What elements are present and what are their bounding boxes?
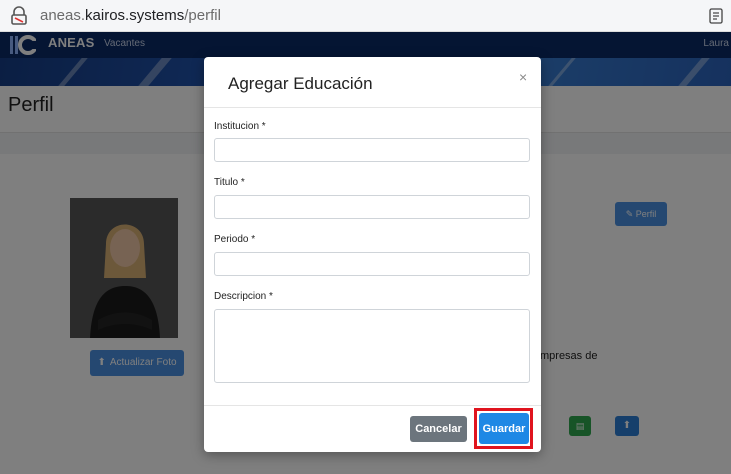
url-path: /perfil	[184, 7, 221, 24]
browser-url-bar[interactable]: aneas.kairos.systems/perfil	[0, 0, 731, 32]
titulo-input[interactable]	[214, 195, 530, 219]
modal-title: Agregar Educación	[228, 74, 373, 93]
cancel-button[interactable]: Cancelar	[410, 416, 467, 442]
screen: aneas.kairos.systems/perfil ANEAS Vacant…	[0, 0, 731, 474]
reader-mode-icon[interactable]	[708, 8, 724, 24]
periodo-label: Periodo *	[214, 234, 256, 245]
url-prefix: aneas.	[40, 7, 86, 24]
add-education-modal: Agregar Educación × Institucion * Titulo…	[204, 57, 541, 452]
lock-icon[interactable]	[9, 6, 29, 26]
descripcion-label: Descripcion *	[214, 291, 273, 302]
periodo-input[interactable]	[214, 252, 530, 276]
descripcion-textarea[interactable]	[214, 309, 530, 383]
institucion-input[interactable]	[214, 138, 530, 162]
url-text[interactable]: aneas.kairos.systems/perfil	[40, 7, 221, 24]
close-icon[interactable]: ×	[519, 69, 527, 85]
modal-header: Agregar Educación ×	[204, 57, 541, 108]
save-button[interactable]: Guardar	[479, 413, 529, 444]
institucion-label: Institucion *	[214, 121, 266, 132]
modal-footer: Cancelar Guardar	[204, 405, 541, 452]
titulo-label: Titulo *	[214, 177, 245, 188]
url-domain: kairos.systems	[85, 7, 185, 24]
